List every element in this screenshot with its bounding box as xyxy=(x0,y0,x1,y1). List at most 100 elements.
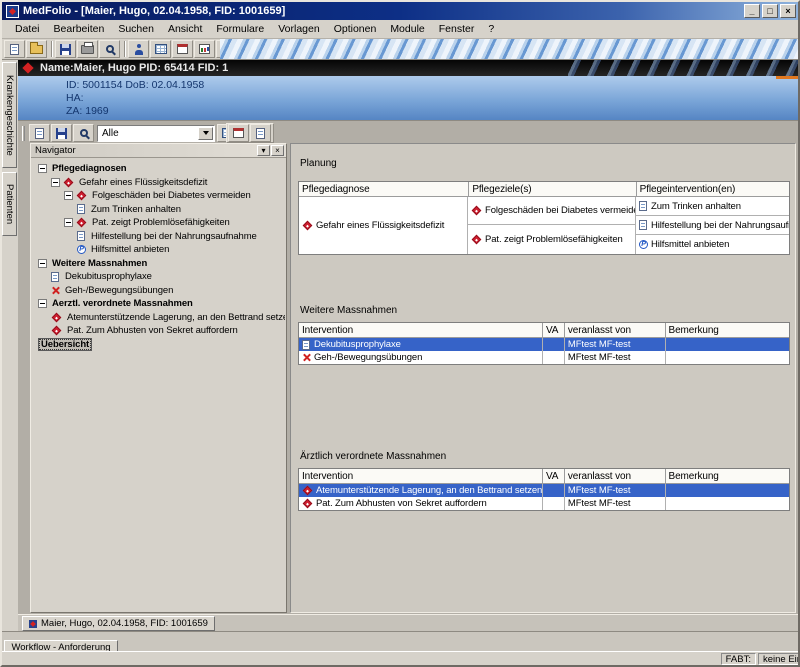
menu-suchen[interactable]: Suchen xyxy=(111,21,161,37)
menu-bearbeiten[interactable]: Bearbeiten xyxy=(47,21,112,37)
bemerkung-cell xyxy=(666,351,790,364)
planung-table: Pflegediagnose Pflegeziele(s) Pflegeinte… xyxy=(298,181,790,255)
patient-document-tab[interactable]: Maier, Hugo, 02.04.1958, FID: 1001659 xyxy=(22,616,215,631)
patient-button[interactable] xyxy=(128,40,149,58)
print-icon xyxy=(81,45,94,54)
pflegediagnose-cell[interactable]: Gefahr eines Flüssigkeitsdefizit xyxy=(299,197,468,254)
minimize-button[interactable]: _ xyxy=(744,4,760,18)
tree-item-weitere-massnahmen[interactable]: Weitere Massnahmen xyxy=(32,257,285,271)
navigator-title: Navigator xyxy=(35,145,256,156)
menu-fenster[interactable]: Fenster xyxy=(432,21,482,37)
document-icon xyxy=(639,201,647,211)
tree-item-uebersicht[interactable]: Uebersicht xyxy=(32,338,285,352)
menu-datei[interactable]: Datei xyxy=(8,21,47,37)
intervention-item[interactable]: P Hilfsmittel anbieten xyxy=(636,235,789,253)
collapse-icon[interactable] xyxy=(38,259,47,268)
intervention-item[interactable]: Zum Trinken anhalten xyxy=(636,197,789,216)
column-header-veranlasst-von[interactable]: veranlasst von xyxy=(565,469,666,483)
table-row[interactable]: Geh-/Bewegungsübungen MFtest MF-test xyxy=(299,351,789,364)
pflegeziel-item[interactable]: Folgeschäden bei Diabetes vermeiden xyxy=(468,197,635,225)
open-folder-icon xyxy=(30,45,43,54)
table-row-selected[interactable]: Dekubitusprophylaxe MFtest MF-test xyxy=(299,338,789,351)
menu-optionen[interactable]: Optionen xyxy=(327,21,384,37)
close-button[interactable]: × xyxy=(780,4,796,18)
column-header-pflegediagnose[interactable]: Pflegediagnose xyxy=(299,182,469,196)
collapse-icon[interactable] xyxy=(64,191,73,200)
alert-diamond-icon xyxy=(303,486,313,496)
tree-item-hilfestellung-nahrungsaufnahme[interactable]: Hilfestellung bei der Nahrungsaufnahme xyxy=(32,230,285,244)
column-header-intervention[interactable]: Intervention xyxy=(299,469,543,483)
tree-item-geh-bewegungsuebungen[interactable]: Geh-/Bewegungsübungen xyxy=(32,284,285,298)
chart-button[interactable] xyxy=(194,40,215,58)
tree-item-hilfsmittel-anbieten[interactable]: P Hilfsmittel anbieten xyxy=(32,243,285,257)
new-document-button[interactable] xyxy=(4,40,25,58)
table-row[interactable]: Pat. Zum Abhusten von Sekret auffordern … xyxy=(299,497,789,510)
bemerkung-cell xyxy=(666,338,790,351)
edit-button[interactable] xyxy=(51,124,72,142)
pflegeziel-item[interactable]: Pat. zeigt Problemlösefähigkeiten xyxy=(468,225,635,253)
report-button[interactable] xyxy=(250,124,271,142)
intervention-item[interactable]: Hilfestellung bei der Nahrungsaufnahme xyxy=(636,216,789,235)
column-header-bemerkung[interactable]: Bemerkung xyxy=(666,323,790,337)
tree-item-gefahr-fluessigkeitsdefizit[interactable]: Gefahr eines Flüssigkeitsdefizit xyxy=(32,176,285,190)
patient-tab-icon xyxy=(29,620,37,628)
print-button[interactable] xyxy=(77,40,98,58)
intervention-cell: Atemunterstützende Lagerung, an den Bett… xyxy=(299,484,543,497)
weitere-table-header: Intervention VA veranlasst von Bemerkung xyxy=(299,323,789,338)
collapse-icon[interactable] xyxy=(64,218,73,227)
tree-item-aerztl-verordnete-massnahmen[interactable]: Aerztl. verordnete Massnahmen xyxy=(32,297,285,311)
navigator-pin-button[interactable]: ▾ xyxy=(257,145,270,156)
new-plan-icon xyxy=(35,128,44,139)
tree-item-zum-trinken-anhalten[interactable]: Zum Trinken anhalten xyxy=(32,203,285,217)
table-view-button[interactable] xyxy=(150,40,171,58)
medfolio-app-icon[interactable] xyxy=(6,5,19,18)
column-header-veranlasst-von[interactable]: veranlasst von xyxy=(565,323,666,337)
collapse-icon[interactable] xyxy=(38,299,47,308)
tree-item-folgeschaeden-diabetes[interactable]: Folgeschäden bei Diabetes vermeiden xyxy=(32,189,285,203)
scope-select-arrow-button[interactable] xyxy=(198,127,213,140)
menu-help[interactable]: ? xyxy=(481,21,501,37)
collapse-icon[interactable] xyxy=(38,164,47,173)
aerztlich-verordnete-table: Intervention VA veranlasst von Bemerkung… xyxy=(298,468,790,511)
table-icon xyxy=(155,44,167,54)
column-header-va[interactable]: VA xyxy=(543,469,565,483)
tab-patienten[interactable]: Patienten xyxy=(2,172,17,236)
navigator-close-button[interactable]: × xyxy=(271,145,284,156)
menu-formulare[interactable]: Formulare xyxy=(209,21,271,37)
alert-diamond-icon xyxy=(52,326,62,336)
toolbar-separator xyxy=(51,41,52,57)
toolbar-drag-handle[interactable] xyxy=(22,126,25,141)
export-button[interactable] xyxy=(228,124,249,142)
tree-item-problemloesefaehigkeiten[interactable]: Pat. zeigt Problemlösefähigkeiten xyxy=(32,216,285,230)
find-button[interactable] xyxy=(73,124,94,142)
menu-vorlagen[interactable]: Vorlagen xyxy=(271,21,326,37)
tree-item-abhusten-sekret[interactable]: Pat. Zum Abhusten von Sekret auffordern xyxy=(32,324,285,338)
tree-item-pflegediagnosen[interactable]: Pflegediagnosen xyxy=(32,162,285,176)
new-plan-button[interactable] xyxy=(29,124,50,142)
tree-item-dekubitusprophylaxe[interactable]: Dekubitusprophylaxe xyxy=(32,270,285,284)
alert-diamond-icon xyxy=(64,177,74,187)
menu-ansicht[interactable]: Ansicht xyxy=(161,21,209,37)
document-icon xyxy=(77,231,85,241)
table-row-selected[interactable]: Atemunterstützende Lagerung, an den Bett… xyxy=(299,484,789,497)
save-button[interactable] xyxy=(55,40,76,58)
open-button[interactable] xyxy=(26,40,47,58)
alert-diamond-icon xyxy=(77,218,87,228)
column-header-bemerkung[interactable]: Bemerkung xyxy=(666,469,790,483)
calendar-button[interactable] xyxy=(172,40,193,58)
maximize-button[interactable]: □ xyxy=(762,4,778,18)
tab-krankengeschichte[interactable]: Krankengeschichte xyxy=(2,62,17,168)
tree-item-atemunterstuetzende-lagerung[interactable]: Atemunterstützende Lagerung, an den Bett… xyxy=(32,311,285,325)
column-header-va[interactable]: VA xyxy=(543,323,565,337)
column-header-intervention[interactable]: Intervention xyxy=(299,323,543,337)
column-header-pflegeziele[interactable]: Pflegeziele(s) xyxy=(469,182,636,196)
weitere-massnahmen-table: Intervention VA veranlasst von Bemerkung… xyxy=(298,322,790,365)
collapse-icon[interactable] xyxy=(51,178,60,187)
scope-select[interactable]: Alle xyxy=(97,125,215,142)
bemerkung-cell xyxy=(666,497,790,510)
menu-module[interactable]: Module xyxy=(383,21,431,37)
patient-ha-line: HA: xyxy=(66,92,84,104)
column-header-pflegeintervention[interactable]: Pflegeintervention(en) xyxy=(637,182,789,196)
search-button[interactable] xyxy=(99,40,120,58)
window-controls: _ □ × xyxy=(744,4,796,18)
